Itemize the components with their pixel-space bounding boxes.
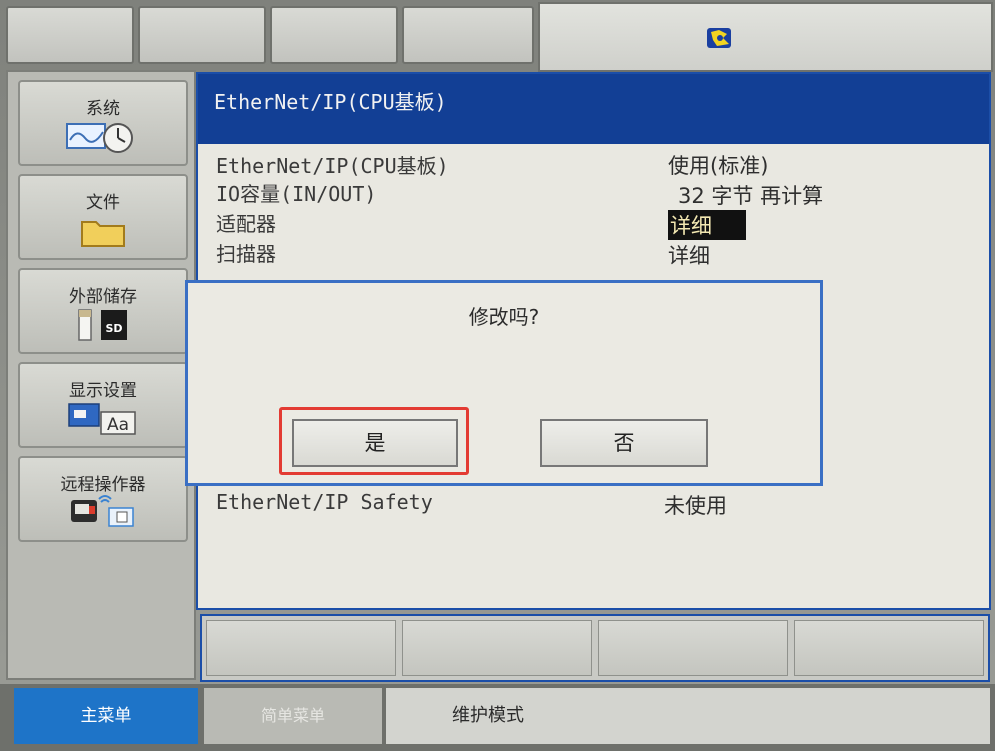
top-bar-cell-2[interactable]	[138, 6, 266, 64]
dialog-question: 修改吗?	[468, 305, 540, 329]
remote-operator-icon	[71, 495, 134, 527]
system-clock-icon	[66, 123, 133, 153]
setting-label: EtherNet/IP Safety	[216, 490, 433, 514]
sidebar-item-label: 显示设置	[69, 381, 137, 401]
servo-status-icon	[707, 28, 731, 48]
sidebar-item-label: 文件	[86, 193, 120, 213]
setting-label: EtherNet/IP(CPU基板)	[216, 154, 449, 178]
page-title: EtherNet/IP(CPU基板)	[214, 90, 447, 114]
setting-value[interactable]: 使用(标准)	[668, 150, 768, 180]
sidebar-item-display-settings[interactable]: 显示设置 Aa	[18, 362, 188, 448]
setting-value[interactable]: 详细	[668, 240, 710, 270]
folder-icon	[81, 221, 125, 247]
sidebar-item-label: 远程操作器	[60, 475, 146, 495]
sidebar-item-external-storage[interactable]: 外部储存 SD	[18, 268, 188, 354]
highlight-box	[279, 407, 469, 475]
svg-text:Aa: Aa	[107, 415, 129, 435]
sidebar-item-label: 系统	[86, 99, 120, 119]
sidebar: 系统 文件 外部储存 SD 显示设置 Aa 远程操作器	[6, 70, 196, 680]
sidebar-item-label: 外部储存	[69, 287, 137, 307]
no-button[interactable]: 否	[540, 419, 708, 467]
status-area	[538, 2, 993, 72]
maintenance-mode-label: 维护模式	[386, 688, 990, 744]
function-key-1[interactable]	[206, 620, 396, 676]
top-bar-cell-1[interactable]	[6, 6, 134, 64]
setting-label: 适配器	[216, 212, 276, 236]
setting-label: 扫描器	[216, 242, 276, 266]
sd-card-icon: SD	[78, 309, 127, 341]
function-key-strip	[200, 614, 990, 682]
svg-text:SD: SD	[105, 322, 122, 335]
function-key-4[interactable]	[794, 620, 984, 676]
setting-value-selected[interactable]: 详细	[668, 210, 746, 240]
display-font-icon: Aa	[68, 403, 136, 435]
setting-label: IO容量(IN/OUT)	[216, 182, 377, 206]
function-key-2[interactable]	[402, 620, 592, 676]
sidebar-item-system[interactable]: 系统	[18, 80, 188, 166]
setting-value[interactable]: 32 字节 再计算	[678, 180, 823, 210]
top-bar-cell-3[interactable]	[270, 6, 398, 64]
top-bar-cell-4[interactable]	[402, 6, 534, 64]
setting-value[interactable]: 未使用	[664, 490, 727, 520]
sidebar-item-remote-operator[interactable]: 远程操作器	[18, 456, 188, 542]
title-bar: EtherNet/IP(CPU基板)	[198, 74, 989, 144]
simple-menu-button[interactable]: 简单菜单	[204, 688, 382, 744]
main-menu-button[interactable]: 主菜单	[14, 688, 198, 744]
sidebar-item-file[interactable]: 文件	[18, 174, 188, 260]
function-key-3[interactable]	[598, 620, 788, 676]
